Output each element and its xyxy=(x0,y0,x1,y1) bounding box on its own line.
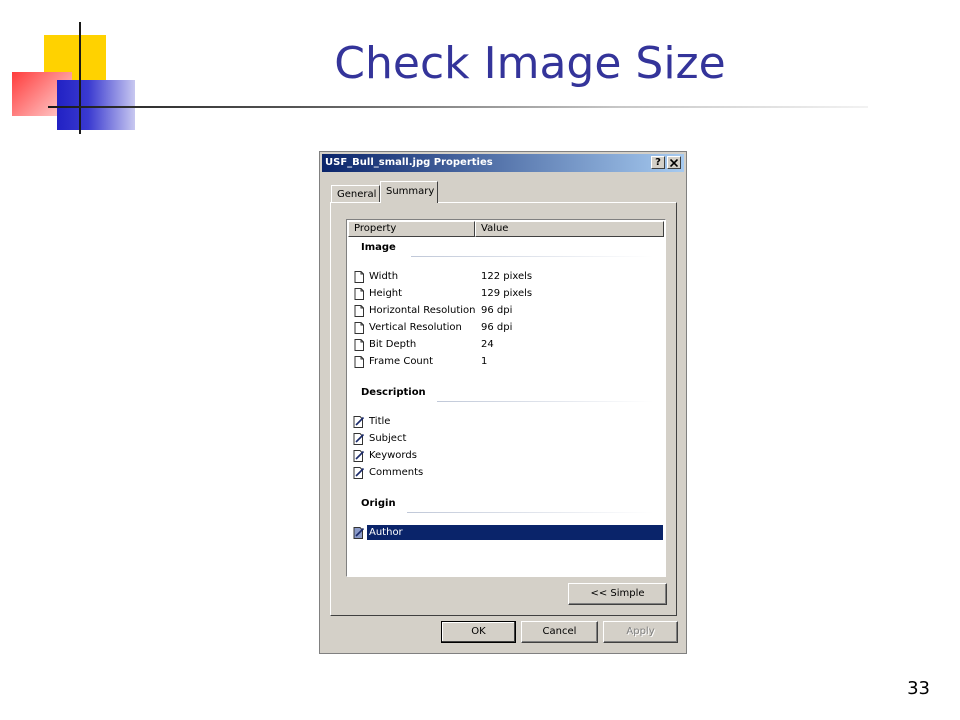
list-item[interactable]: Horizontal Resolution 96 dpi xyxy=(351,303,663,319)
column-header-value[interactable]: Value xyxy=(475,221,664,237)
tab-summary[interactable]: Summary xyxy=(380,181,438,203)
list-item[interactable]: Height 129 pixels xyxy=(351,286,663,302)
list-item[interactable]: Vertical Resolution 96 dpi xyxy=(351,320,663,336)
group-divider xyxy=(411,256,653,257)
property-value: 122 pixels xyxy=(481,271,533,282)
document-icon xyxy=(354,356,364,368)
ok-button[interactable]: OK xyxy=(441,621,516,643)
property-name: Title xyxy=(369,416,391,427)
document-icon xyxy=(354,305,364,317)
selection-highlight xyxy=(367,525,663,540)
property-name: Subject xyxy=(369,433,407,444)
dialog-title: USF_Bull_small.jpg Properties xyxy=(325,157,493,168)
document-icon xyxy=(354,271,364,283)
list-item[interactable]: Bit Depth 24 xyxy=(351,337,663,353)
group-heading-image: Image xyxy=(361,242,396,253)
property-name: Width xyxy=(369,271,399,282)
edit-document-icon xyxy=(353,467,365,479)
document-icon xyxy=(354,339,364,351)
property-name: Author xyxy=(369,527,403,538)
group-divider xyxy=(437,401,653,402)
list-item[interactable]: Comments xyxy=(351,465,663,481)
property-value: 96 dpi xyxy=(481,322,513,333)
slide-decoration xyxy=(0,0,200,140)
property-name: Comments xyxy=(369,467,424,478)
group-heading-origin: Origin xyxy=(361,498,396,509)
property-name: Horizontal Resolution xyxy=(369,305,476,316)
edit-document-icon xyxy=(353,416,365,428)
tab-general[interactable]: General xyxy=(331,185,380,203)
help-button[interactable]: ? xyxy=(651,156,665,169)
page-number: 33 xyxy=(907,678,930,699)
property-value: 129 pixels xyxy=(481,288,533,299)
group-heading-description: Description xyxy=(361,387,426,398)
properties-dialog: USF_Bull_small.jpg Properties ? General … xyxy=(319,151,687,654)
list-item[interactable]: Title xyxy=(351,414,663,430)
title-underline xyxy=(48,106,868,108)
group-divider xyxy=(407,512,653,513)
dialog-titlebar[interactable]: USF_Bull_small.jpg Properties ? xyxy=(322,154,684,172)
property-name: Vertical Resolution xyxy=(369,322,462,333)
list-item-selected[interactable]: Author xyxy=(351,525,663,541)
property-name: Height xyxy=(369,288,403,299)
decor-vertical-line xyxy=(79,22,81,134)
apply-button[interactable]: Apply xyxy=(603,621,678,643)
list-item[interactable]: Width 122 pixels xyxy=(351,269,663,285)
list-item[interactable]: Frame Count 1 xyxy=(351,354,663,370)
property-name: Frame Count xyxy=(369,356,434,367)
column-header-property[interactable]: Property xyxy=(348,221,475,237)
decor-blue-square xyxy=(57,80,135,130)
property-value: 24 xyxy=(481,339,494,350)
summary-tab-panel: Property Value Image Width 122 pixels He… xyxy=(330,202,677,616)
edit-document-icon xyxy=(353,450,365,462)
document-icon xyxy=(354,322,364,334)
slide-title: Check Image Size xyxy=(334,38,726,89)
edit-document-icon xyxy=(353,433,365,445)
cancel-button[interactable]: Cancel xyxy=(521,621,598,643)
property-value: 96 dpi xyxy=(481,305,513,316)
edit-document-icon xyxy=(353,527,365,539)
property-name: Keywords xyxy=(369,450,417,461)
list-header: Property Value xyxy=(348,221,664,237)
property-value: 1 xyxy=(481,356,488,367)
property-name: Bit Depth xyxy=(369,339,417,350)
properties-list[interactable]: Property Value Image Width 122 pixels He… xyxy=(346,219,666,577)
list-item[interactable]: Keywords xyxy=(351,448,663,464)
close-button[interactable] xyxy=(667,156,681,169)
document-icon xyxy=(354,288,364,300)
simple-view-button[interactable]: << Simple xyxy=(568,583,667,605)
close-icon xyxy=(670,159,678,167)
list-item[interactable]: Subject xyxy=(351,431,663,447)
